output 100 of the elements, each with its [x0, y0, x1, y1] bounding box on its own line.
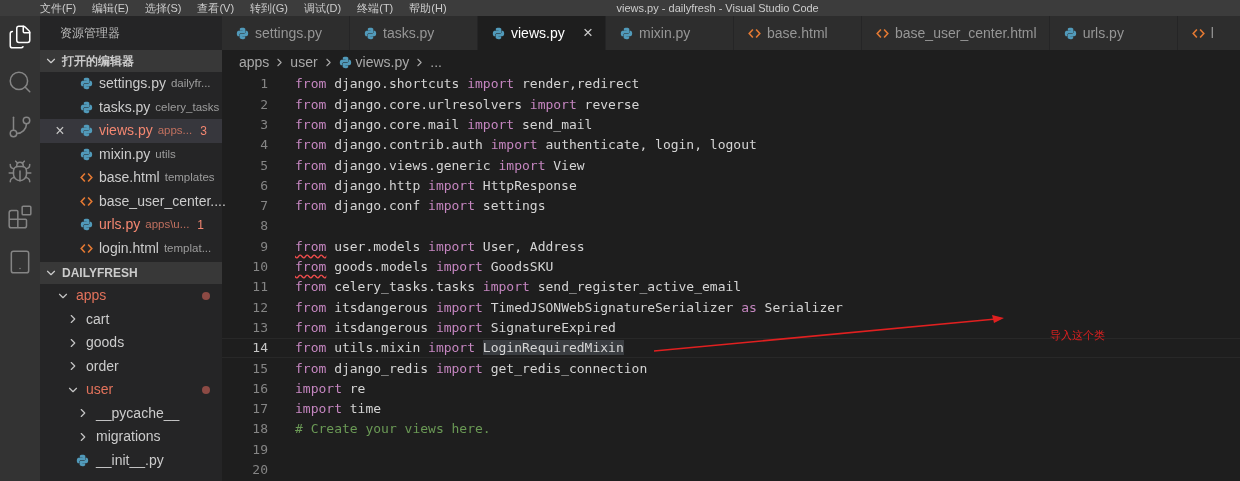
editor-tab[interactable]: mixin.py — [606, 16, 734, 50]
file-path: dailyfr... — [170, 76, 211, 92]
code-line: from django.conf import settings — [295, 197, 546, 216]
tree-item-label: user — [86, 380, 114, 400]
menu-item[interactable]: 调试(D) — [303, 2, 342, 14]
python-file-icon — [364, 26, 377, 40]
file-path: templat... — [163, 240, 212, 256]
code-line: import re — [295, 379, 366, 398]
python-file-icon — [1063, 26, 1077, 40]
section-header[interactable]: DAILYFRESH — [40, 262, 222, 284]
tree-item-label: order — [86, 356, 119, 376]
editor-tab[interactable]: views.py × — [478, 16, 606, 50]
files-icon[interactable] — [7, 24, 33, 50]
file-path: apps... — [157, 123, 193, 139]
branch-icon[interactable] — [7, 114, 33, 140]
tree-item[interactable]: goods — [40, 331, 222, 355]
code-line: # Create your views here. — [295, 420, 491, 439]
line-number: 19 — [251, 440, 268, 459]
line-number: 1 — [259, 75, 268, 94]
menu-item[interactable]: 帮助(H) — [409, 2, 447, 14]
file-name: settings.py — [99, 74, 166, 94]
python-file-icon — [492, 26, 505, 40]
python-file-icon — [80, 147, 93, 161]
bug-icon[interactable] — [7, 159, 33, 185]
code-line: import time — [295, 400, 382, 419]
file-name: urls.py — [99, 215, 141, 235]
editor-tab[interactable]: l — [1177, 16, 1240, 50]
line-number: 6 — [259, 176, 268, 195]
tree-item[interactable]: __pycache__ — [40, 401, 222, 425]
tree-item[interactable]: migrations — [40, 425, 222, 449]
code-line: from django.http import HttpResponse — [295, 176, 577, 195]
sidebar-title: 资源管理器 — [60, 25, 120, 42]
menu-item[interactable]: 查看(V) — [197, 2, 235, 14]
file-name: login.html — [99, 238, 159, 258]
line-number: 8 — [259, 217, 268, 236]
tree-item-label: __pycache__ — [96, 403, 180, 423]
line-number: 20 — [251, 461, 268, 480]
open-editor-item[interactable]: tasks.py celery_tasks — [40, 95, 222, 119]
file-name: base.html — [99, 168, 160, 188]
file-name: tasks.py — [99, 97, 151, 117]
open-editor-item[interactable]: mixin.py utils — [40, 142, 222, 166]
annotation-text: 导入这个类 — [1050, 328, 1105, 343]
tree-item[interactable]: cart — [40, 307, 222, 331]
file-name: views.py — [99, 121, 153, 141]
breadcrumb-item[interactable]: views.py — [338, 51, 410, 73]
code-line: from itsdangerous import TimedJSONWebSignatureSerializer as Serializer — [295, 298, 843, 317]
menu-item[interactable]: 选择(S) — [144, 2, 182, 14]
python-file-icon — [80, 124, 93, 138]
python-file-icon — [76, 453, 89, 467]
python-file-icon — [620, 26, 633, 40]
code-line: from utils.mixin import LoginRequiredMixin — [295, 339, 624, 358]
code-line: from django.core.urlresolvers import reverse — [295, 95, 640, 114]
open-editor-item[interactable]: base.html templates — [40, 166, 222, 190]
editor-tab[interactable]: settings.py — [222, 16, 350, 50]
breadcrumb-item[interactable]: apps — [239, 51, 270, 73]
editor-tab[interactable]: tasks.py — [350, 16, 478, 50]
menu-item[interactable]: 终端(T) — [357, 2, 394, 14]
angle-brackets-icon — [876, 26, 889, 40]
tree-item[interactable]: order — [40, 354, 222, 378]
angle-brackets-icon — [748, 26, 761, 40]
code-line: from user.models import User, Address — [295, 237, 585, 256]
close-button[interactable]: × — [583, 20, 593, 46]
tree-item[interactable]: __init__.py — [40, 448, 222, 472]
open-editor-item[interactable]: login.html templat... — [40, 236, 222, 260]
section-header[interactable]: 打开的编辑器 — [40, 50, 222, 72]
tree-item[interactable]: apps — [40, 284, 222, 308]
editor-tab[interactable]: urls.py — [1049, 16, 1178, 50]
code-line: from django_redis import get_redis_connection — [295, 359, 648, 378]
line-number: 13 — [251, 318, 268, 337]
code-line: from itsdangerous import SignatureExpired — [295, 318, 616, 337]
menu-item[interactable]: 转到(G) — [250, 2, 288, 14]
line-number: 2 — [259, 95, 268, 114]
file-path: templates — [164, 170, 215, 186]
file-name: base_user_center.... — [99, 191, 226, 211]
close-button[interactable]: × — [55, 122, 65, 139]
menu-item[interactable]: 文件(F) — [40, 2, 77, 14]
file-name: mixin.py — [99, 144, 151, 164]
file-path: apps\u... — [145, 217, 190, 233]
line-number: 15 — [251, 359, 268, 378]
menu-item[interactable]: 编辑(E) — [92, 2, 129, 14]
angle-brackets-icon — [1191, 26, 1205, 40]
line-number: 7 — [259, 197, 268, 216]
breadcrumb-item[interactable]: user — [290, 51, 318, 73]
tree-item[interactable]: user — [40, 378, 222, 402]
python-file-icon — [80, 218, 93, 232]
breadcrumb-item[interactable]: ... — [430, 51, 442, 73]
blocks-icon[interactable] — [7, 204, 33, 230]
python-file-icon — [80, 100, 93, 114]
editor-tab[interactable]: base.html — [734, 16, 862, 50]
angle-brackets-icon — [80, 241, 93, 255]
angle-brackets-icon — [80, 194, 93, 208]
code-line: from goods.models import GoodsSKU — [295, 258, 554, 277]
open-editor-item[interactable]: × views.py apps... 3 — [40, 119, 222, 143]
search-icon[interactable] — [7, 69, 33, 95]
problem-count: 1 — [197, 216, 205, 234]
editor-tab[interactable]: base_user_center.html — [862, 16, 1050, 50]
code-line: from django.shortcuts import render,redirect — [295, 75, 640, 94]
open-editor-item[interactable]: urls.py apps\u... 1 — [40, 213, 222, 237]
open-editor-item[interactable]: settings.py dailyfr... — [40, 72, 222, 96]
line-number: 16 — [251, 379, 268, 398]
